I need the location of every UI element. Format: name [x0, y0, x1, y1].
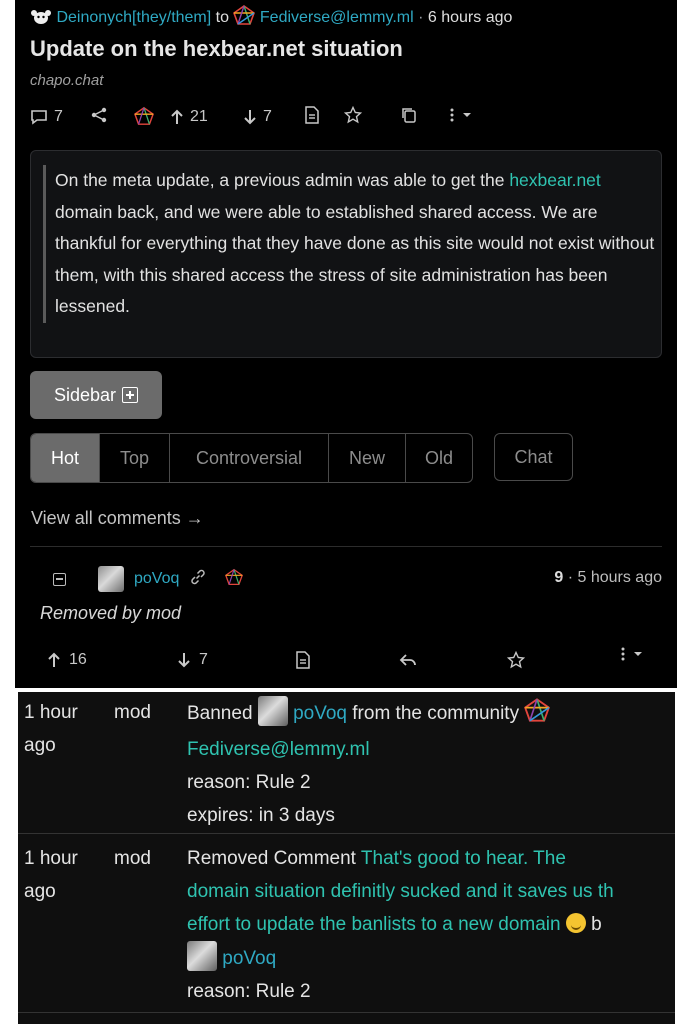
view-source-icon[interactable] [295, 645, 311, 675]
comments-button[interactable]: 7 [30, 108, 63, 126]
comment-downvote-count: 7 [199, 651, 208, 668]
post-time: 6 hours ago [427, 9, 513, 26]
row-divider [18, 1012, 675, 1013]
removed-comment-text-line[interactable]: domain situation definitly sucked and it… [187, 875, 675, 908]
modlog-time: 1 hour ago [24, 848, 78, 902]
more-menu-icon[interactable] [448, 107, 476, 128]
sidebar-button[interactable]: Sidebar [30, 371, 162, 419]
modlog-time: 1 hour ago [24, 702, 78, 756]
modlog-user-link[interactable]: poVoq [222, 948, 276, 969]
modlog-middle-text: from the community [352, 703, 520, 724]
upvote-count: 21 [190, 108, 208, 125]
upvote-button[interactable]: 21 [170, 108, 208, 126]
sweat-smile-emoji-icon [565, 913, 586, 933]
removed-comment-text-line[interactable]: effort to update the banlists to a new d… [187, 914, 561, 935]
avatar[interactable] [98, 566, 124, 592]
comment-downvote-button[interactable]: 7 [177, 645, 208, 675]
star-icon[interactable] [343, 105, 363, 129]
divider [30, 546, 662, 547]
comment-time: 5 hours ago [577, 569, 662, 586]
fediverse-icon [524, 698, 551, 733]
comment-upvote-count: 16 [69, 651, 87, 668]
expand-plus-icon [122, 387, 139, 403]
modlog-expires: expires: in 3 days [187, 805, 335, 826]
more-menu-icon[interactable] [619, 639, 647, 669]
star-icon[interactable] [507, 645, 525, 675]
comment-icon [31, 110, 47, 125]
share-icon[interactable] [90, 106, 108, 129]
to-word: to [215, 9, 229, 26]
modlog-action-type: Removed Comment [187, 848, 356, 869]
arrow-up-icon [171, 109, 183, 124]
arrow-up-icon [48, 652, 60, 667]
comment-meta-separator: · [567, 569, 574, 586]
comment-upvote-button[interactable]: 16 [47, 645, 87, 675]
sort-tabs: Hot Top Controversial New Old [30, 433, 473, 483]
fediverse-icon [233, 5, 256, 30]
fediverse-icon[interactable] [225, 568, 244, 591]
post-domain[interactable]: chapo.chat [30, 72, 103, 89]
removed-comment-link[interactable]: That's good to hear. The [361, 848, 566, 869]
arrow-down-icon [244, 110, 256, 125]
copy-icon[interactable] [400, 106, 418, 129]
sort-new[interactable]: New [329, 434, 406, 482]
sort-hot[interactable]: Hot [31, 434, 100, 482]
comment-header: poVoq [53, 566, 244, 592]
collapse-icon[interactable] [53, 572, 66, 586]
modlog-action-type: Banned [187, 703, 253, 724]
comment-body: Removed by mod [40, 603, 182, 623]
post-title[interactable]: Update on the hexbear.net situation [30, 36, 403, 62]
comment-score: 9 [554, 569, 564, 586]
body-text-end: domain back, and we were able to establi… [55, 201, 655, 317]
modlog-user-link[interactable]: poVoq [293, 703, 347, 724]
comment-author-link[interactable]: poVoq [134, 570, 179, 588]
post-meta: Deinonych[they/them] to Fediverse@lemmy.… [30, 5, 512, 30]
arrow-down-icon [178, 653, 190, 668]
sort-top[interactable]: Top [100, 434, 170, 482]
reply-icon[interactable] [399, 645, 417, 675]
sort-old[interactable]: Old [406, 434, 472, 482]
sidebar-label: Sidebar [53, 384, 117, 405]
link-icon[interactable] [189, 568, 207, 591]
post-body-text: On the meta update, a previous admin was… [43, 165, 655, 323]
post-author-link[interactable]: Deinonych[they/them] [56, 9, 211, 26]
downvote-button[interactable]: 7 [243, 108, 272, 126]
downvote-count: 7 [263, 108, 272, 125]
meta-separator: · [418, 9, 424, 26]
fediverse-link-icon[interactable] [134, 106, 154, 131]
view-source-icon[interactable] [304, 106, 320, 129]
row-divider [18, 833, 675, 834]
modlog-moderator: mod [114, 848, 151, 869]
modlog-moderator: mod [114, 702, 151, 723]
modlog-panel: 1 hour ago mod Banned poVoq from the com… [18, 692, 675, 1024]
community-link[interactable]: Fediverse@lemmy.ml [260, 9, 414, 26]
post-body: On the meta update, a previous admin was… [30, 150, 662, 358]
avatar[interactable] [187, 941, 217, 971]
modlog-reason: reason: Rule 2 [187, 981, 311, 1002]
modlog-action: Banned poVoq from the community Fedivers… [187, 696, 675, 832]
comment-count: 7 [54, 108, 63, 125]
body-text-start: On the meta update, a previous admin was… [55, 170, 510, 190]
post-panel: Deinonych[they/them] to Fediverse@lemmy.… [15, 0, 677, 688]
avatar[interactable] [257, 696, 288, 726]
comment-meta: 9 · 5 hours ago [554, 569, 662, 587]
modlog-reason: reason: Rule 2 [187, 772, 311, 793]
author-avatar-icon [30, 9, 52, 30]
chat-button[interactable]: Chat [494, 433, 573, 481]
truncated-text: b [591, 914, 602, 935]
modlog-action: Removed Comment That's good to hear. The… [187, 842, 675, 1008]
modlog-community-link[interactable]: Fediverse@lemmy.ml [187, 733, 675, 766]
sort-controversial[interactable]: Controversial [170, 434, 329, 482]
view-all-comments-link[interactable]: View all comments → [31, 508, 204, 529]
hexbear-link[interactable]: hexbear.net [509, 170, 600, 190]
comment-actions: 16 7 [15, 645, 677, 675]
